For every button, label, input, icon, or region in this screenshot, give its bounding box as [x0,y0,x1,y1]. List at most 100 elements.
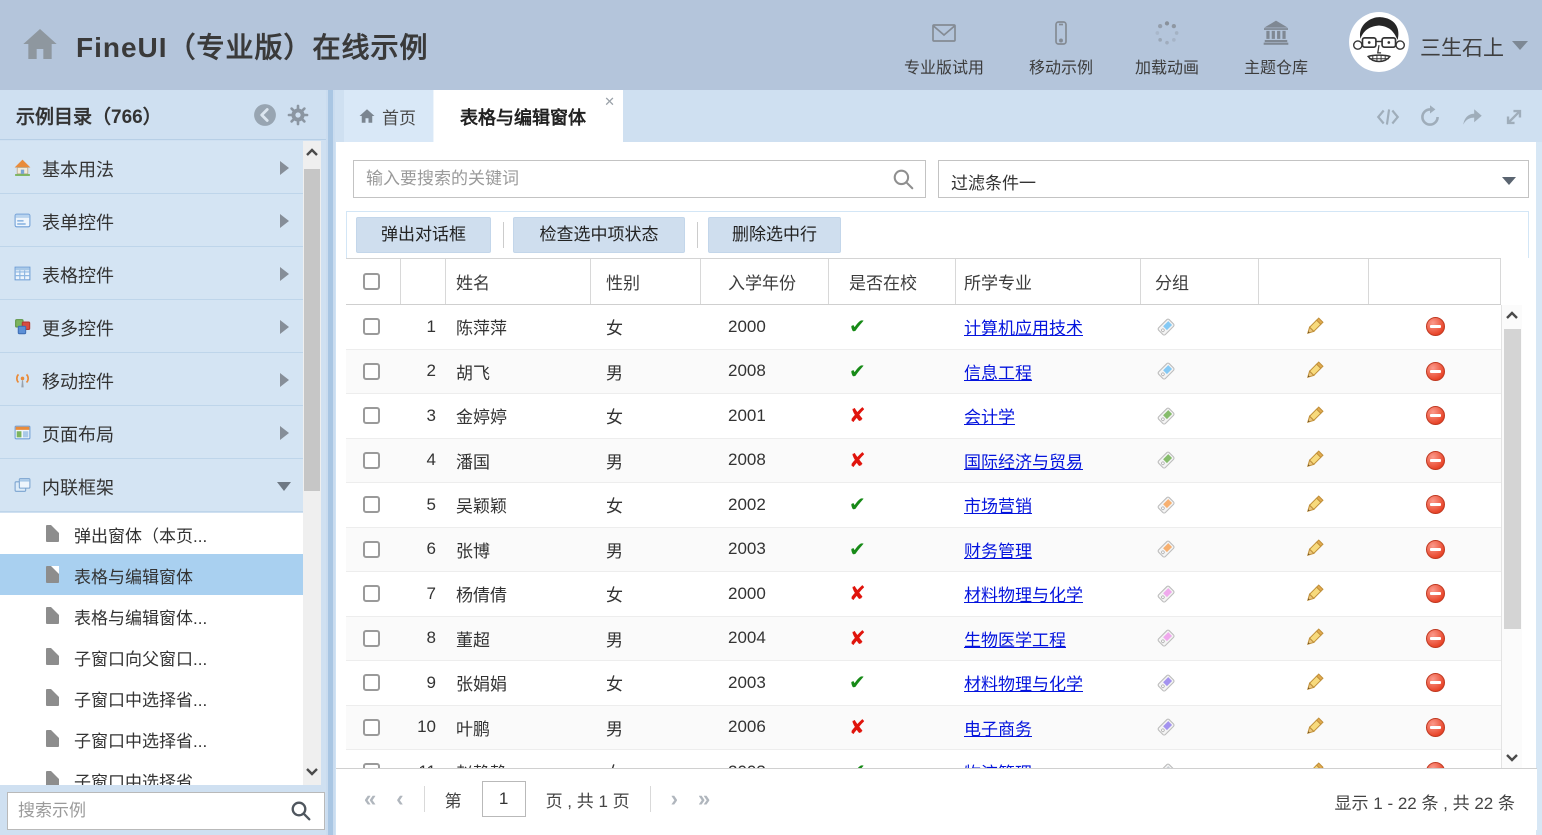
keyword-search-input[interactable] [353,160,926,198]
filter-select[interactable]: 过滤条件一 [938,160,1529,198]
sidebar-subitem[interactable]: 弹出窗体（本页... [0,513,303,554]
edit-pencil-icon[interactable] [1303,716,1325,738]
sidebar-item-iframe[interactable]: 内联框架 [0,459,303,512]
user-name[interactable]: 三生石上 [1420,32,1504,62]
first-page-button[interactable]: « [364,781,376,817]
major-link[interactable]: 计算机应用技术 [964,314,1083,339]
row-checkbox[interactable] [363,719,380,736]
scrollbar-thumb[interactable] [1504,329,1521,629]
header-year[interactable]: 入学年份 [701,259,829,304]
delete-icon[interactable] [1426,629,1445,648]
edit-pencil-icon[interactable] [1303,627,1325,649]
sidebar-subitem[interactable]: 子窗口中选择省... [0,677,303,718]
scroll-down-icon[interactable] [305,767,319,777]
row-checkbox[interactable] [363,630,380,647]
row-checkbox[interactable] [363,496,380,513]
row-checkbox[interactable] [363,318,380,335]
row-checkbox[interactable] [363,585,380,602]
delete-icon[interactable] [1426,718,1445,737]
delete-icon[interactable] [1426,317,1445,336]
delete-selected-button[interactable]: 删除选中行 [708,217,841,253]
header-action-mobile[interactable]: 移动示例 [1013,16,1109,78]
edit-pencil-icon[interactable] [1303,761,1325,768]
row-checkbox[interactable] [363,541,380,558]
scrollbar-thumb[interactable] [304,169,320,491]
search-icon[interactable] [892,168,915,191]
row-checkbox[interactable] [363,452,380,469]
delete-icon[interactable] [1426,495,1445,514]
edit-pencil-icon[interactable] [1303,449,1325,471]
delete-icon[interactable] [1426,362,1445,381]
row-checkbox[interactable] [363,407,380,424]
major-link[interactable]: 财务管理 [964,537,1032,562]
edit-pencil-icon[interactable] [1303,538,1325,560]
major-link[interactable]: 生物医学工程 [964,626,1066,651]
sidebar-subitem-selected[interactable]: 表格与编辑窗体 [0,554,303,595]
refresh-icon[interactable] [1417,104,1443,130]
edit-pencil-icon[interactable] [1303,583,1325,605]
scroll-up-icon[interactable] [305,147,319,157]
major-link[interactable]: 信息工程 [964,359,1032,384]
sidebar-item-grid[interactable]: 表格控件 [0,247,303,300]
scroll-down-icon[interactable] [1505,753,1519,763]
sidebar-item-more[interactable]: 更多控件 [0,300,303,353]
delete-icon[interactable] [1426,673,1445,692]
table-scrollbar[interactable] [1501,305,1522,768]
major-link[interactable]: 国际经济与贸易 [964,448,1083,473]
sidebar-subitem[interactable]: 表格与编辑窗体... [0,595,303,636]
share-forward-icon[interactable] [1459,104,1485,130]
header-action-loading[interactable]: 加载动画 [1119,16,1215,78]
header-gender[interactable]: 性别 [591,259,701,304]
source-code-icon[interactable] [1375,104,1401,130]
header-group[interactable]: 分组 [1141,259,1259,304]
user-avatar[interactable] [1348,11,1410,73]
row-checkbox[interactable] [363,674,380,691]
edit-pencil-icon[interactable] [1303,672,1325,694]
edit-pencil-icon[interactable] [1303,316,1325,338]
delete-icon[interactable] [1426,406,1445,425]
expand-icon[interactable] [1501,104,1527,130]
delete-icon[interactable] [1426,584,1445,603]
tab-close-icon[interactable]: ✕ [604,94,615,110]
major-link[interactable]: 材料物理与化学 [964,670,1083,695]
select-all-checkbox[interactable] [363,273,380,290]
prev-page-button[interactable]: ‹ [396,781,403,817]
major-link[interactable]: 电子商务 [964,715,1032,740]
delete-icon[interactable] [1426,451,1445,470]
sidebar-item-layout[interactable]: 页面布局 [0,406,303,459]
open-dialog-button[interactable]: 弹出对话框 [356,217,491,253]
search-icon[interactable] [290,800,312,822]
collapse-sidebar-icon[interactable] [253,103,277,127]
scroll-up-icon[interactable] [1505,310,1519,320]
header-action-trial[interactable]: 专业版试用 [896,16,992,78]
delete-icon[interactable] [1426,540,1445,559]
tab-grid-edit-window[interactable]: 表格与编辑窗体 ✕ [434,90,623,142]
header-action-themes[interactable]: 主题仓库 [1228,16,1324,78]
major-link[interactable]: 会计学 [964,403,1015,428]
sidebar-scrollbar[interactable] [303,141,321,785]
sidebar-item-form[interactable]: 表单控件 [0,194,303,247]
tab-home[interactable]: 首页 [344,90,434,142]
major-link[interactable]: 市场营销 [964,492,1032,517]
check-selected-button[interactable]: 检查选中项状态 [513,217,685,253]
header-major[interactable]: 所学专业 [956,259,1141,304]
edit-pencil-icon[interactable] [1303,494,1325,516]
gear-icon[interactable] [286,103,310,127]
major-link[interactable]: 材料物理与化学 [964,581,1083,606]
sidebar-search-input[interactable] [7,792,325,830]
last-page-button[interactable]: » [698,781,710,817]
next-page-button[interactable]: › [671,781,678,817]
user-menu-caret-icon[interactable] [1512,41,1528,50]
edit-pencil-icon[interactable] [1303,405,1325,427]
sidebar-subitem[interactable]: 子窗口中选择省... [0,759,303,785]
header-name[interactable]: 姓名 [446,259,591,304]
edit-pencil-icon[interactable] [1303,360,1325,382]
panel-splitter[interactable] [326,90,335,835]
header-in-school[interactable]: 是否在校 [829,259,956,304]
sidebar-subitem[interactable]: 子窗口向父窗口... [0,636,303,677]
major-link[interactable]: 物流管理 [964,759,1032,768]
row-checkbox[interactable] [363,363,380,380]
page-number-input[interactable] [482,781,526,817]
sidebar-item-mobile[interactable]: 移动控件 [0,353,303,406]
sidebar-item-basic[interactable]: 基本用法 [0,141,303,194]
